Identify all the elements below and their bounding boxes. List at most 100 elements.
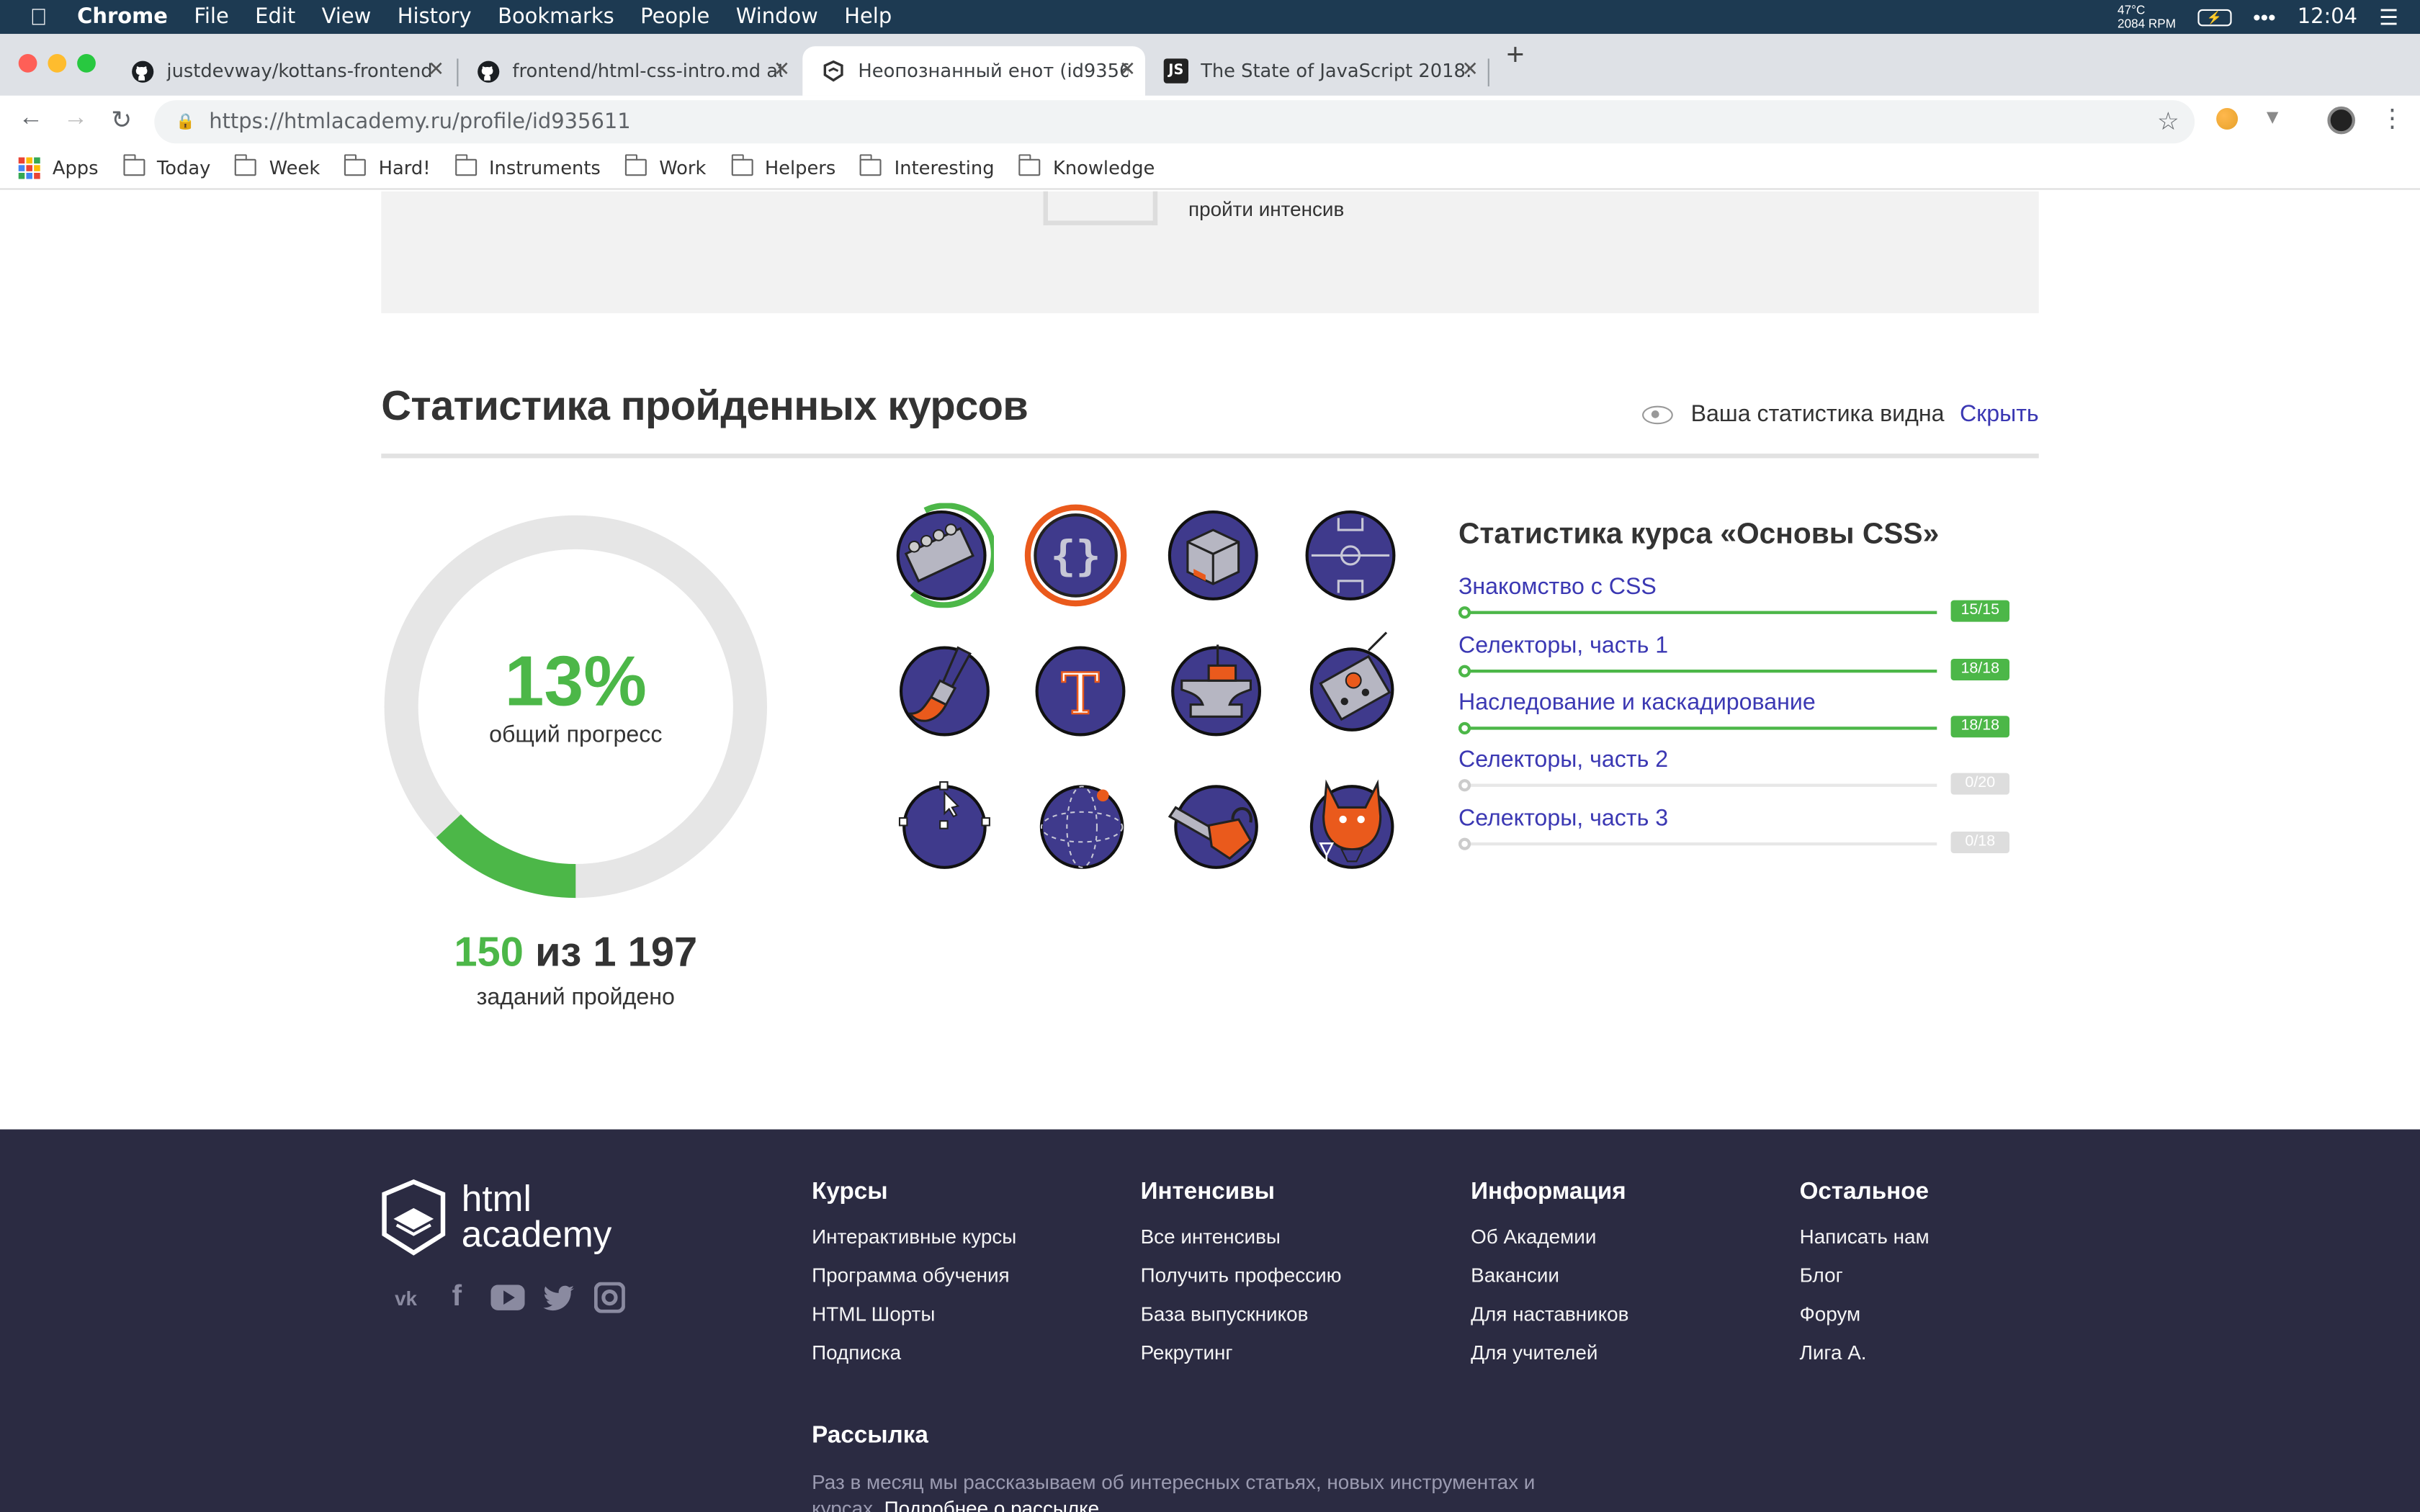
tab-kottans[interactable]: justdevway/kottans-frontend ✕ (111, 46, 454, 96)
folder-icon (235, 154, 257, 176)
bookmark-week[interactable]: Week (235, 154, 321, 179)
footer-link[interactable]: Рекрутинг (1141, 1341, 1342, 1364)
menu-history[interactable]: History (398, 4, 472, 29)
robot-badge[interactable] (1299, 629, 1404, 734)
footer-link[interactable]: База выпускников (1141, 1302, 1342, 1326)
lego-badge[interactable] (889, 503, 994, 608)
url-text: https://htmlacademy.ru/profile/id935611 (209, 109, 631, 135)
bookmark-apps[interactable]: Apps (18, 156, 99, 179)
tab-close-icon[interactable]: ✕ (774, 58, 790, 81)
extension-vue-icon[interactable]: ▼ (2262, 105, 2287, 130)
vector-badge[interactable] (892, 775, 998, 880)
address-bar[interactable]: 🔒 https://htmlacademy.ru/profile/id93561… (154, 100, 2195, 144)
bookmark-instruments[interactable]: Instruments (454, 154, 601, 178)
tab-title: frontend/html-css-intro.md at (512, 60, 783, 82)
field-badge[interactable] (1298, 503, 1403, 608)
course-row-link[interactable]: Наследование и каскадирование (1458, 690, 2014, 716)
forward-arrow-icon[interactable]: → (63, 105, 88, 133)
anvil-badge[interactable] (1164, 636, 1269, 741)
footer-link[interactable]: Получить профессию (1141, 1264, 1342, 1287)
course-row-link[interactable]: Селекторы, часть 2 (1458, 747, 2014, 773)
menu-chrome[interactable]: Chrome (77, 4, 168, 29)
chrome-menu-icon[interactable]: ⋮ (2380, 104, 2404, 135)
tab-htmlacademy-profile[interactable]: Неопознанный енот (id93561 ✕ (802, 46, 1145, 96)
newsletter-link[interactable]: Подробнее о рассылке (884, 1497, 1100, 1512)
temperature-readout[interactable]: 47°C 2084 RPM (2118, 3, 2176, 31)
brush-badge[interactable] (892, 639, 998, 744)
reload-icon[interactable]: ↻ (111, 105, 132, 136)
minimize-window-button[interactable] (48, 54, 67, 73)
footer-col-intensives: Интенсивы Все интенсивы Получить професс… (1141, 1179, 1342, 1380)
new-tab-button[interactable]: + (1506, 39, 1524, 74)
progress-dot (1458, 606, 1471, 619)
menu-edit[interactable]: Edit (255, 4, 295, 29)
bookmark-helpers[interactable]: Helpers (730, 154, 835, 178)
twitter-icon[interactable] (542, 1281, 575, 1315)
intensive-image-placeholder (1043, 191, 1158, 225)
close-window-button[interactable] (18, 54, 37, 73)
youtube-icon[interactable] (490, 1281, 525, 1315)
footer-link[interactable]: Все интенсивы (1141, 1225, 1342, 1248)
fox-badge[interactable] (1299, 771, 1404, 876)
course-row-link[interactable]: Знакомство с CSS (1458, 574, 2014, 600)
tab-html-css-intro[interactable]: frontend/html-css-intro.md at ✕ (457, 46, 799, 96)
footer-link[interactable]: Интерактивные курсы (812, 1225, 1016, 1248)
bookmark-interesting[interactable]: Interesting (860, 154, 995, 178)
chainsaw-badge[interactable] (1164, 775, 1269, 880)
footer-link[interactable]: Подписка (812, 1341, 1016, 1364)
footer-link[interactable]: Для наставников (1471, 1302, 1628, 1326)
more-icon[interactable]: ••• (2253, 4, 2276, 29)
menu-list-icon[interactable]: ☰ (2379, 4, 2398, 30)
intensive-text[interactable]: пройти интенсив (1188, 197, 1344, 220)
apple-icon[interactable]:  (0, 4, 77, 30)
bookmark-star-icon[interactable]: ☆ (2157, 107, 2179, 136)
extension-paw-icon[interactable] (2216, 108, 2238, 130)
battery-icon[interactable]: ⚡ (2197, 8, 2232, 26)
tab-close-icon[interactable]: ✕ (1119, 58, 1136, 81)
footer-link[interactable]: Об Академии (1471, 1225, 1628, 1248)
zoom-window-button[interactable] (77, 54, 96, 73)
course-row-link[interactable]: Селекторы, часть 1 (1458, 633, 2014, 659)
folder-icon (730, 154, 753, 176)
footer-link[interactable]: Для учителей (1471, 1341, 1628, 1364)
cube-badge[interactable] (1160, 503, 1265, 608)
academy-logo[interactable]: html academy (381, 1179, 611, 1256)
bookmark-label: Week (269, 156, 321, 179)
menu-view[interactable]: View (322, 4, 372, 29)
footer-link[interactable]: HTML Шорты (812, 1302, 1016, 1326)
bookmark-work[interactable]: Work (625, 154, 706, 178)
vk-icon[interactable]: vk (389, 1281, 423, 1315)
bookmark-hard[interactable]: Hard! (344, 154, 431, 178)
tab-close-icon[interactable]: ✕ (428, 58, 444, 81)
footer-link[interactable]: Вакансии (1471, 1264, 1628, 1287)
profile-avatar-icon[interactable] (2327, 106, 2355, 135)
back-arrow-icon[interactable]: ← (19, 105, 43, 133)
tab-state-of-js[interactable]: JS The State of JavaScript 2018: I ✕ (1145, 46, 1488, 96)
bookmark-knowledge[interactable]: Knowledge (1018, 154, 1155, 178)
menu-help[interactable]: Help (844, 4, 892, 29)
footer-link[interactable]: Написать нам (1800, 1225, 1930, 1248)
hide-stats-link[interactable]: Скрыть (1960, 401, 2039, 427)
lock-icon[interactable]: 🔒 (176, 114, 195, 131)
instagram-icon[interactable] (593, 1281, 627, 1315)
js-icon: JS (1163, 58, 1188, 84)
footer-link[interactable]: Лига А. (1800, 1341, 1930, 1364)
menu-people[interactable]: People (640, 4, 709, 29)
braces-badge[interactable]: {} (1023, 503, 1129, 608)
globe-badge[interactable] (1029, 775, 1134, 880)
course-row-link[interactable]: Селекторы, часть 3 (1458, 806, 2014, 832)
bookmark-today[interactable]: Today (122, 154, 210, 178)
facebook-icon[interactable]: f (440, 1281, 474, 1315)
footer-link[interactable]: Форум (1800, 1302, 1930, 1326)
menu-window[interactable]: Window (736, 4, 818, 29)
footer-link[interactable]: Блог (1800, 1264, 1930, 1287)
clock[interactable]: 12:04 (2298, 4, 2357, 29)
footer-link[interactable]: Программа обучения (812, 1264, 1016, 1287)
typography-badge[interactable]: T (1028, 639, 1133, 744)
tab-close-icon[interactable]: ✕ (1461, 58, 1478, 81)
menu-bookmarks[interactable]: Bookmarks (498, 4, 614, 29)
menu-file[interactable]: File (194, 4, 228, 29)
rpm-value: 2084 RPM (2118, 17, 2177, 31)
tab-title: The State of JavaScript 2018: I (1201, 60, 1471, 82)
course-row-count: 15/15 (1950, 600, 2009, 622)
